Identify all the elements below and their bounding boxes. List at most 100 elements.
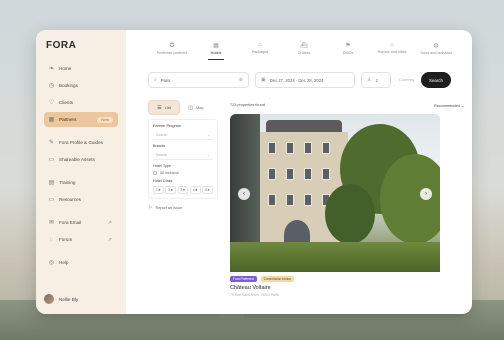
tab-tours-and-activities[interactable]: ◍ Tours and activities	[414, 36, 458, 60]
tab-cruises[interactable]: ⛴ Cruises	[282, 36, 326, 60]
star-option-4[interactable]: 4★	[189, 186, 201, 194]
sidebar-item-label: Home	[59, 66, 72, 71]
folder-icon: ▭	[48, 157, 55, 163]
external-link-icon: ↗	[107, 219, 112, 226]
guests-input[interactable]: ♙ 2	[361, 72, 391, 88]
sidebar-item-label: Fora Email	[59, 220, 82, 225]
sidebar-item-shareable-assets[interactable]: ▭ Shareable Assets	[44, 152, 118, 167]
sidebar-item-label: Bookings	[59, 83, 78, 88]
results-count: 723 properties found	[230, 103, 265, 107]
book-icon: ▤	[48, 180, 55, 186]
location-input[interactable]: ⌕ Paris ⊗	[148, 72, 249, 88]
map-label: Map	[195, 105, 204, 110]
search-button[interactable]: Search	[421, 72, 451, 88]
sort-select[interactable]: Recommended ⌄	[434, 103, 464, 108]
hotel-class-label: Hotel Class	[153, 179, 173, 183]
sidebar-item-bookings[interactable]: ◷ Bookings	[44, 78, 118, 93]
tab-label: Hotels	[210, 50, 222, 55]
tab-label: Tours and activities	[419, 50, 453, 55]
sidebar-item-clients[interactable]: ♡ Clients	[44, 95, 118, 110]
list-view-button[interactable]: ☰ List	[148, 100, 180, 115]
star-option-2[interactable]: 2★	[165, 186, 177, 194]
sidebar-item-home[interactable]: ❧ Home	[44, 61, 118, 76]
tab-homes-and-villas[interactable]: ⌂ Homes and villas	[370, 36, 414, 60]
commission-tag: Commission bonus	[260, 276, 294, 282]
report-issue-link[interactable]: ⚐ Report an issue	[148, 205, 218, 211]
date-range-input[interactable]: ▣ Dec 27, 2024 · Dec 28, 2024	[255, 72, 355, 88]
date-range-value: Dec 27, 2024 · Dec 28, 2024	[269, 77, 324, 83]
star-option-3[interactable]: 3★	[177, 186, 189, 194]
previous-photo-button[interactable]: ‹	[238, 188, 250, 200]
sidebar-item-label: Training	[59, 180, 76, 185]
home-icon: ⌂	[390, 42, 394, 48]
sidebar-item-label: Partners	[59, 117, 77, 122]
person-icon: ♙	[367, 77, 372, 83]
fora-logo[interactable]: FORA	[44, 40, 118, 51]
next-photo-button[interactable]: ›	[420, 188, 432, 200]
hotel-address: 55 Rue Saint-Roch, 75001 Paris	[230, 293, 279, 297]
calendar-icon: ▣	[261, 77, 266, 83]
partner-program-select[interactable]: Search ⌄	[153, 130, 213, 140]
chevron-down-icon: ⌄	[206, 132, 210, 137]
flag-icon: ⚑	[345, 42, 351, 49]
avatar	[44, 294, 54, 304]
external-link-icon: ↗	[107, 236, 112, 243]
building-icon: ▦	[213, 42, 219, 49]
clear-icon[interactable]: ⊗	[239, 77, 243, 83]
brands-label: Brands	[153, 144, 166, 148]
sidebar-item-training[interactable]: ▤ Training	[44, 175, 118, 190]
sidebar-item-fora-profile[interactable]: ✎ Fora Profile & Guides	[44, 135, 118, 150]
sidebar-item-label: Forum	[59, 237, 73, 242]
sidebar-item-fora-email[interactable]: ✉ Fora Email ↗	[44, 215, 118, 230]
help-icon: ◎	[48, 260, 55, 266]
star-icon: ✪	[169, 42, 175, 49]
tab-label: Preferred partners	[156, 50, 188, 55]
tab-label: Packages	[251, 50, 269, 54]
tab-hotels[interactable]: ▦ Hotels	[194, 36, 238, 60]
sidebar-item-label: Resources	[59, 197, 81, 202]
card-tags: Fora Preferred Commission bonus	[230, 276, 440, 282]
hotel-class-options: 1★ 2★ 3★ 4★ 5★	[153, 186, 213, 194]
report-issue-label: Report an issue	[155, 206, 183, 210]
results-area: ☰ List ◫ Map Partner Program Search ⌄ Br…	[144, 100, 464, 297]
flag-icon: ⚐	[148, 205, 153, 211]
tab-packages[interactable]: ⌂ Packages	[238, 36, 282, 60]
tab-preferred-partners[interactable]: ✪ Preferred partners	[150, 36, 194, 60]
tab-dmcs[interactable]: ⚑ DMCs	[326, 36, 370, 60]
chat-icon: ◌	[49, 236, 54, 243]
tab-label: DMCs	[342, 50, 354, 55]
sidebar-item-partners[interactable]: ▦ Partners New	[44, 112, 118, 127]
view-toggle: ☰ List ◫ Map	[148, 100, 218, 115]
guests-value: 2	[375, 77, 378, 83]
results-list: 723 properties found Recommended ⌄ ‹ › F…	[230, 100, 464, 297]
calendar-icon: ◷	[48, 83, 55, 89]
chevron-down-icon: ⌄	[206, 152, 210, 157]
list-icon: ☰	[157, 104, 162, 111]
sidebar-item-label: Help	[59, 260, 69, 265]
hotel-name: Château Voltaire	[230, 285, 271, 291]
checkbox-label: All inclusive	[160, 171, 179, 175]
sidebar-item-resources[interactable]: ▭ Resources	[44, 192, 118, 207]
leaf-icon: ❧	[48, 66, 55, 72]
user-profile[interactable]: Nellie Bly	[44, 294, 78, 304]
list-label: List	[164, 105, 171, 110]
ship-icon: ⛴	[300, 42, 308, 49]
main-content: ✪ Preferred partners ▦ Hotels ⌂ Packages…	[126, 30, 472, 314]
new-badge: New	[97, 116, 113, 123]
folder-icon: ▭	[48, 197, 55, 203]
star-option-1[interactable]: 1★	[153, 186, 164, 194]
brands-select[interactable]: Search ⌄	[153, 150, 213, 160]
sidebar: FORA ❧ Home ◷ Bookings ♡ Clients ▦ Partn…	[36, 30, 126, 314]
all-inclusive-checkbox[interactable]: All inclusive	[153, 171, 213, 175]
app-window: FORA ❧ Home ◷ Bookings ♡ Clients ▦ Partn…	[36, 30, 472, 314]
brands-value: Search	[156, 152, 168, 157]
hotel-photo: ‹ ›	[230, 114, 440, 272]
sidebar-item-help[interactable]: ◎ Help	[44, 255, 118, 270]
search-icon: ⌕	[154, 77, 157, 83]
hotel-card[interactable]: ‹ › Fora Preferred Commission bonus Chât…	[230, 114, 440, 297]
sidebar-item-forum[interactable]: ◌ Forum ↗	[44, 232, 118, 247]
currency-select[interactable]: Currency	[399, 78, 417, 82]
star-option-5[interactable]: 5★	[202, 186, 213, 194]
tab-label: Cruises	[297, 50, 311, 55]
map-view-button[interactable]: ◫ Map	[180, 100, 212, 115]
